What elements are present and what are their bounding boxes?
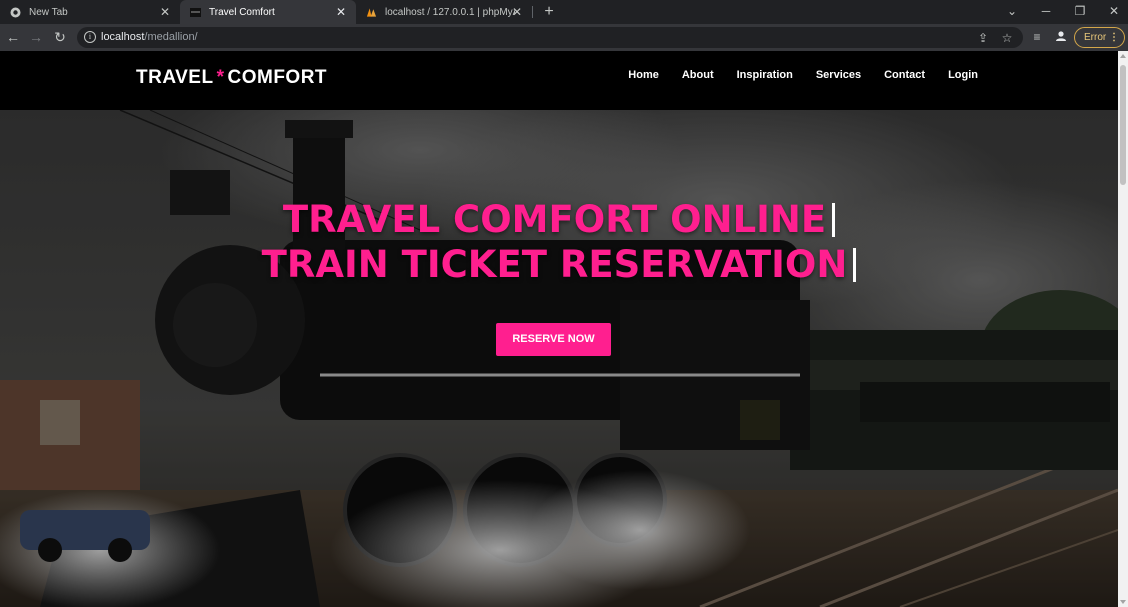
nav-inspiration[interactable]: Inspiration bbox=[737, 69, 793, 81]
nav-home[interactable]: Home bbox=[628, 69, 659, 81]
nav-menu: Home About Inspiration Services Contact … bbox=[628, 69, 978, 81]
more-menu-icon[interactable]: ⋮ bbox=[1109, 28, 1119, 47]
phpmyadmin-icon bbox=[366, 7, 377, 18]
hero-heading-line-2: TRAIN TICKET RESERVATION bbox=[0, 243, 1118, 286]
nav-contact[interactable]: Contact bbox=[884, 69, 925, 81]
browser-toolbar: ← → ↻ i localhost/medallion/ ⇪ ☆ ≡ Error… bbox=[0, 24, 1128, 51]
close-tab-icon[interactable]: ✕ bbox=[158, 5, 172, 19]
bookmark-star-icon[interactable]: ☆ bbox=[1000, 31, 1014, 45]
reserve-now-button[interactable]: RESERVE NOW bbox=[496, 323, 611, 356]
reload-icon[interactable]: ↻ bbox=[52, 29, 68, 45]
scrollbar-thumb[interactable] bbox=[1120, 65, 1126, 185]
brand-star: * bbox=[216, 67, 225, 88]
close-window-button[interactable]: ✕ bbox=[1104, 2, 1124, 20]
chrome-icon bbox=[10, 7, 21, 18]
error-label: Error bbox=[1084, 32, 1107, 43]
nav-services[interactable]: Services bbox=[816, 69, 861, 81]
profile-icon[interactable] bbox=[1054, 30, 1068, 44]
tab-strip: New Tab ✕ Travel Comfort ✕ localhost / 1… bbox=[0, 0, 1128, 24]
hero-section: TRAVEL COMFORT ONLINE TRAIN TICKET RESER… bbox=[0, 110, 1118, 607]
tab-travel-comfort[interactable]: Travel Comfort ✕ bbox=[180, 0, 356, 24]
brand-text-right: COMFORT bbox=[227, 67, 328, 88]
hero-dark-overlay bbox=[0, 110, 1118, 607]
nav-login[interactable]: Login bbox=[948, 69, 978, 81]
back-icon[interactable]: ← bbox=[5, 29, 21, 45]
forward-icon[interactable]: → bbox=[28, 29, 44, 45]
site-icon bbox=[190, 7, 201, 18]
new-tab-button[interactable]: + bbox=[540, 3, 558, 21]
tab-title: localhost / 127.0.0.1 | phpMyAdn bbox=[385, 6, 515, 18]
share-icon[interactable]: ⇪ bbox=[976, 31, 990, 45]
url-text[interactable]: localhost/medallion/ bbox=[101, 31, 198, 43]
scroll-down-icon[interactable] bbox=[1120, 600, 1126, 604]
minimize-button[interactable]: ─ bbox=[1036, 2, 1056, 20]
tab-search-icon[interactable]: ⌄ bbox=[1002, 2, 1022, 20]
tab-new-tab[interactable]: New Tab ✕ bbox=[0, 0, 180, 24]
profile-error-button[interactable]: Error ⋮ bbox=[1074, 27, 1125, 48]
restore-button[interactable]: ❐ bbox=[1070, 2, 1090, 20]
close-tab-icon[interactable]: ✕ bbox=[334, 5, 348, 19]
site-navbar: TRAVEL * COMFORT Home About Inspiration Se… bbox=[0, 51, 1118, 110]
scroll-up-icon[interactable] bbox=[1120, 54, 1126, 58]
nav-about[interactable]: About bbox=[682, 69, 714, 81]
site-info-icon[interactable]: i bbox=[84, 31, 96, 43]
typing-caret bbox=[832, 203, 836, 237]
site-logo[interactable]: TRAVEL * COMFORT bbox=[136, 67, 327, 89]
reading-list-icon[interactable]: ≡ bbox=[1030, 30, 1044, 44]
typing-caret bbox=[853, 248, 857, 282]
close-tab-icon[interactable]: ✕ bbox=[510, 5, 524, 19]
page-viewport: TRAVEL * COMFORT Home About Inspiration Se… bbox=[0, 51, 1118, 607]
address-bar[interactable]: i localhost/medallion/ ⇪ ☆ bbox=[77, 27, 1023, 48]
hero-heading-line-1: TRAVEL COMFORT ONLINE bbox=[0, 198, 1118, 241]
tab-phpmyadmin[interactable]: localhost / 127.0.0.1 | phpMyAdn ✕ bbox=[356, 0, 532, 24]
tab-title: Travel Comfort bbox=[209, 6, 275, 18]
page-scrollbar[interactable] bbox=[1118, 51, 1128, 607]
brand-text-left: TRAVEL bbox=[136, 67, 214, 88]
tab-separator bbox=[532, 6, 533, 18]
tab-title: New Tab bbox=[29, 6, 68, 18]
